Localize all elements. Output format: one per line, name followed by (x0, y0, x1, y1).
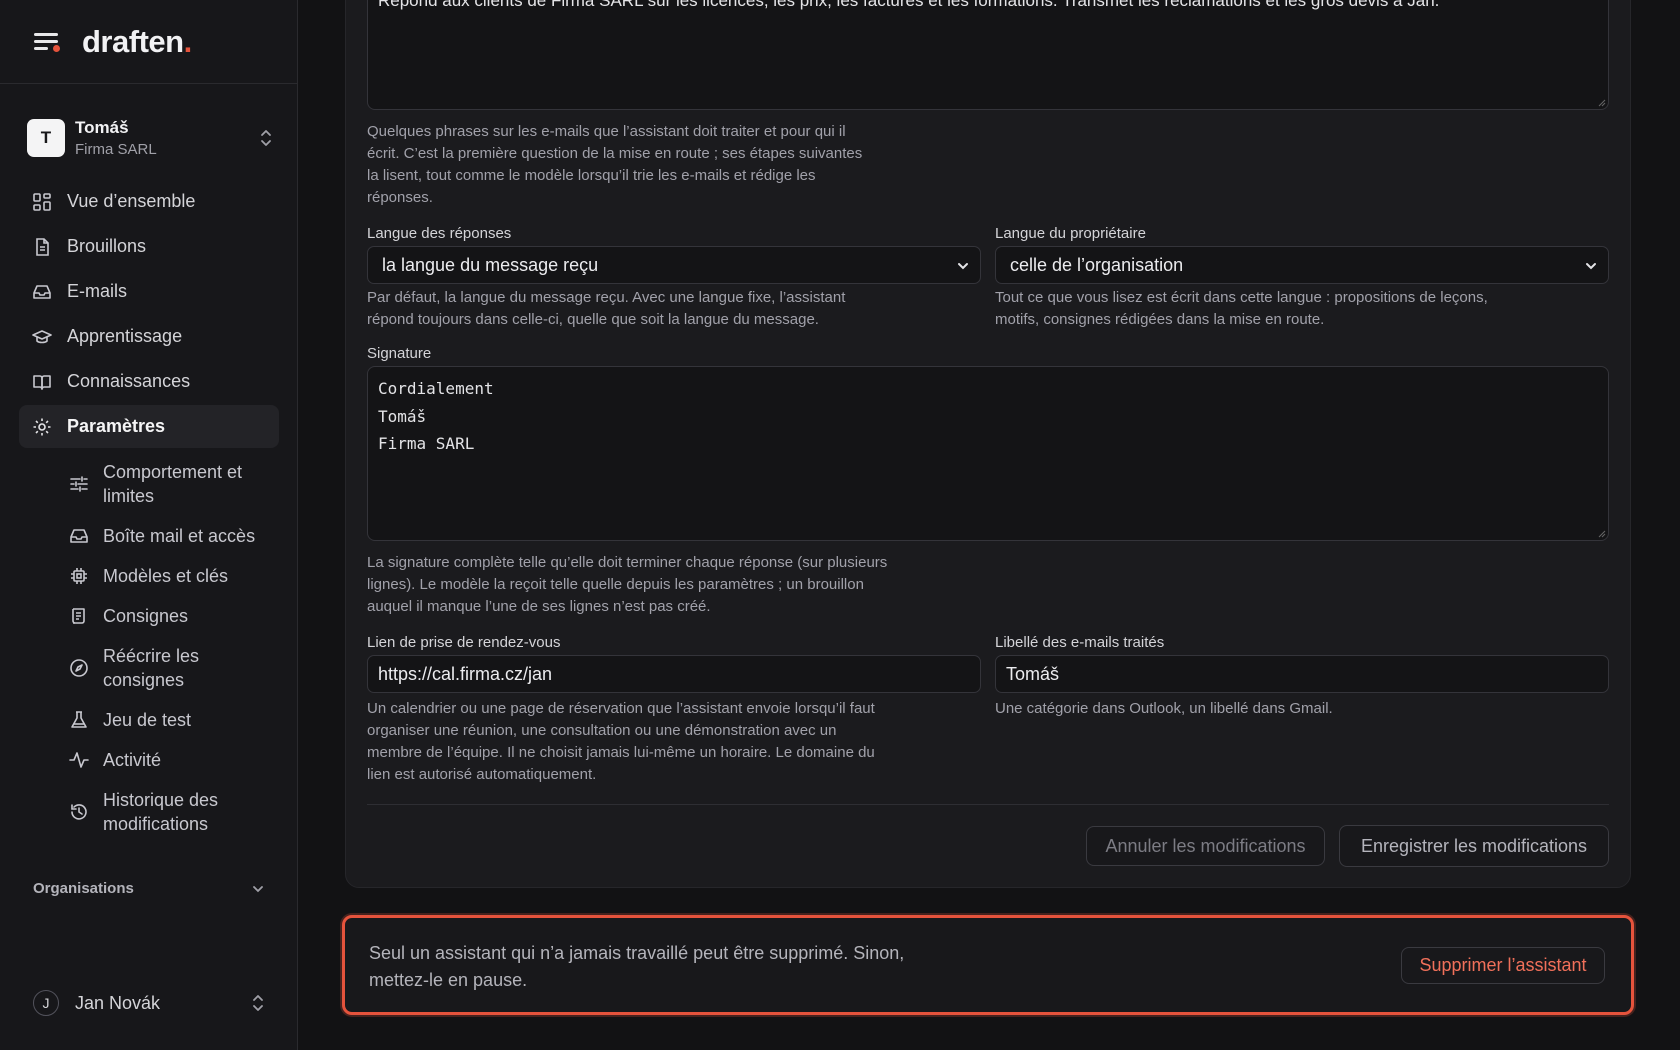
chevron-up-down-icon (261, 130, 271, 146)
inbox-icon (70, 529, 88, 543)
subnav-item-label: Comportement et limites (103, 462, 243, 506)
subnav-item-test-set[interactable]: Jeu de test (69, 700, 279, 740)
resize-handle-icon[interactable] (1596, 97, 1606, 107)
owner-language-label: Langue du propriétaire (995, 225, 1146, 242)
signature-label: Signature (367, 345, 432, 362)
nav-item-label: Apprentissage (67, 326, 183, 346)
subnav-item-rewrite[interactable]: Réécrire les consignes (69, 636, 279, 700)
sidebar: draften. T Tomáš Firma SARL Vue d’ensemb… (0, 0, 298, 1050)
tag-help: Une catégorie dans Outlook, un libellé d… (995, 700, 1333, 717)
dashboard-icon (33, 192, 51, 211)
subnav-item-behavior[interactable]: Comportement et limites (69, 452, 279, 516)
nav-item-label: Brouillons (67, 236, 147, 256)
account-name: Tomáš (75, 118, 129, 137)
subnav-item-label: Réécrire les consignes (103, 646, 200, 690)
subnav-item-label: Consignes (103, 606, 189, 626)
subnav-item-label: Activité (103, 750, 162, 770)
main-nav: Vue d’ensemble Brouillons E-mails Appren… (19, 180, 279, 844)
nav-item-label: E-mails (67, 281, 128, 301)
scroll-icon (72, 608, 85, 624)
nav-item-label: Vue d’ensemble (67, 191, 196, 211)
delete-assistant-button[interactable]: Supprimer l’assistant (1401, 947, 1605, 984)
signature-help: La signature complète telle qu’elle doit… (367, 554, 888, 615)
danger-zone: Seul un assistant qui n’a jamais travail… (342, 915, 1634, 1015)
account-switcher[interactable]: T Tomáš Firma SARL (27, 112, 273, 164)
nav-item-label: Paramètres (67, 416, 166, 436)
reply-language-help: Par défaut, la langue du message reçu. A… (367, 289, 846, 328)
graduation-cap-icon (32, 329, 52, 343)
book-icon (33, 374, 51, 390)
owner-language-help: Tout ce que vous lisez est écrit dans ce… (995, 289, 1488, 328)
history-icon (71, 804, 87, 820)
logo[interactable]: draften. (82, 24, 192, 60)
nav-item-knowledge[interactable]: Connaissances (19, 360, 279, 403)
subnav-item-models[interactable]: Modèles et clés (69, 556, 279, 596)
chevron-up-down-icon (253, 995, 263, 1011)
owner-language-select[interactable]: celle de l’organisation (995, 246, 1609, 284)
subnav-item-label: Historique des modifications (103, 790, 219, 834)
danger-zone-text: Seul un assistant qui n’a jamais travail… (369, 943, 905, 990)
nav-item-settings[interactable]: Paramètres (19, 405, 279, 448)
document-icon (36, 237, 49, 256)
nav-item-label: Connaissances (67, 371, 191, 391)
nav-item-learning[interactable]: Apprentissage (19, 315, 279, 358)
tag-label: Libellé des e-mails traités (995, 634, 1165, 651)
subnav-item-label: Boîte mail et accès (103, 526, 256, 546)
tag-input[interactable]: Tomáš (995, 655, 1609, 693)
brand-bar: draften. (0, 0, 297, 84)
subnav-item-label: Jeu de test (103, 710, 192, 730)
divider (367, 804, 1609, 805)
chip-icon (71, 568, 87, 584)
subnav-item-label: Modèles et clés (103, 566, 229, 586)
description-help: Quelques phrases sur les e-mails que l’a… (367, 123, 863, 206)
user-name: Jan Novák (75, 992, 161, 1013)
subnav-item-mailbox[interactable]: Boîte mail et accès (69, 516, 279, 556)
description-textarea[interactable]: Répond aux clients de Firma SARL sur les… (367, 0, 1609, 110)
booking-link-input[interactable]: https://cal.firma.cz/jan (367, 655, 981, 693)
main-content: Répond aux clients de Firma SARL sur les… (298, 0, 1680, 1050)
signature-textarea[interactable]: Cordialement Tomáš Firma SARL (367, 366, 1609, 541)
nav-item-overview[interactable]: Vue d’ensemble (19, 180, 279, 223)
booking-link-label: Lien de prise de rendez-vous (367, 634, 561, 651)
menu-icon[interactable] (32, 30, 60, 54)
settings-card: Répond aux clients de Firma SARL sur les… (345, 0, 1631, 888)
nav-item-drafts[interactable]: Brouillons (19, 225, 279, 268)
gear-icon (33, 418, 51, 435)
subnav-item-history[interactable]: Historique des modifications (69, 780, 279, 844)
compass-icon (70, 659, 88, 677)
account-org: Firma SARL (75, 141, 157, 158)
chevron-down-icon (253, 885, 263, 892)
user-menu[interactable]: J Jan Novák (33, 990, 265, 1016)
sliders-icon (70, 476, 88, 492)
reply-language-select[interactable]: la langue du message reçu (367, 246, 981, 284)
activity-icon (69, 752, 89, 768)
booking-link-help: Un calendrier ou une page de réservation… (367, 700, 875, 783)
inbox-icon (33, 284, 51, 299)
subnav-item-activity[interactable]: Activité (69, 740, 279, 780)
resize-handle-icon[interactable] (1596, 528, 1606, 538)
organisations-label: Organisations (33, 880, 134, 897)
save-changes-button[interactable]: Enregistrer les modifications (1339, 825, 1609, 867)
settings-subnav: Comportement et limites Boîte mail et ac… (69, 452, 279, 844)
cancel-changes-button[interactable]: Annuler les modifications (1086, 826, 1325, 866)
flask-icon (71, 711, 87, 728)
organisations-toggle[interactable]: Organisations (33, 880, 265, 897)
user-avatar: J (33, 990, 59, 1016)
chevron-down-icon (958, 263, 968, 270)
subnav-item-instructions[interactable]: Consignes (69, 596, 279, 636)
chevron-down-icon (1586, 263, 1596, 270)
reply-language-label: Langue des réponses (367, 225, 512, 242)
account-avatar: T (27, 119, 65, 157)
nav-item-emails[interactable]: E-mails (19, 270, 279, 313)
